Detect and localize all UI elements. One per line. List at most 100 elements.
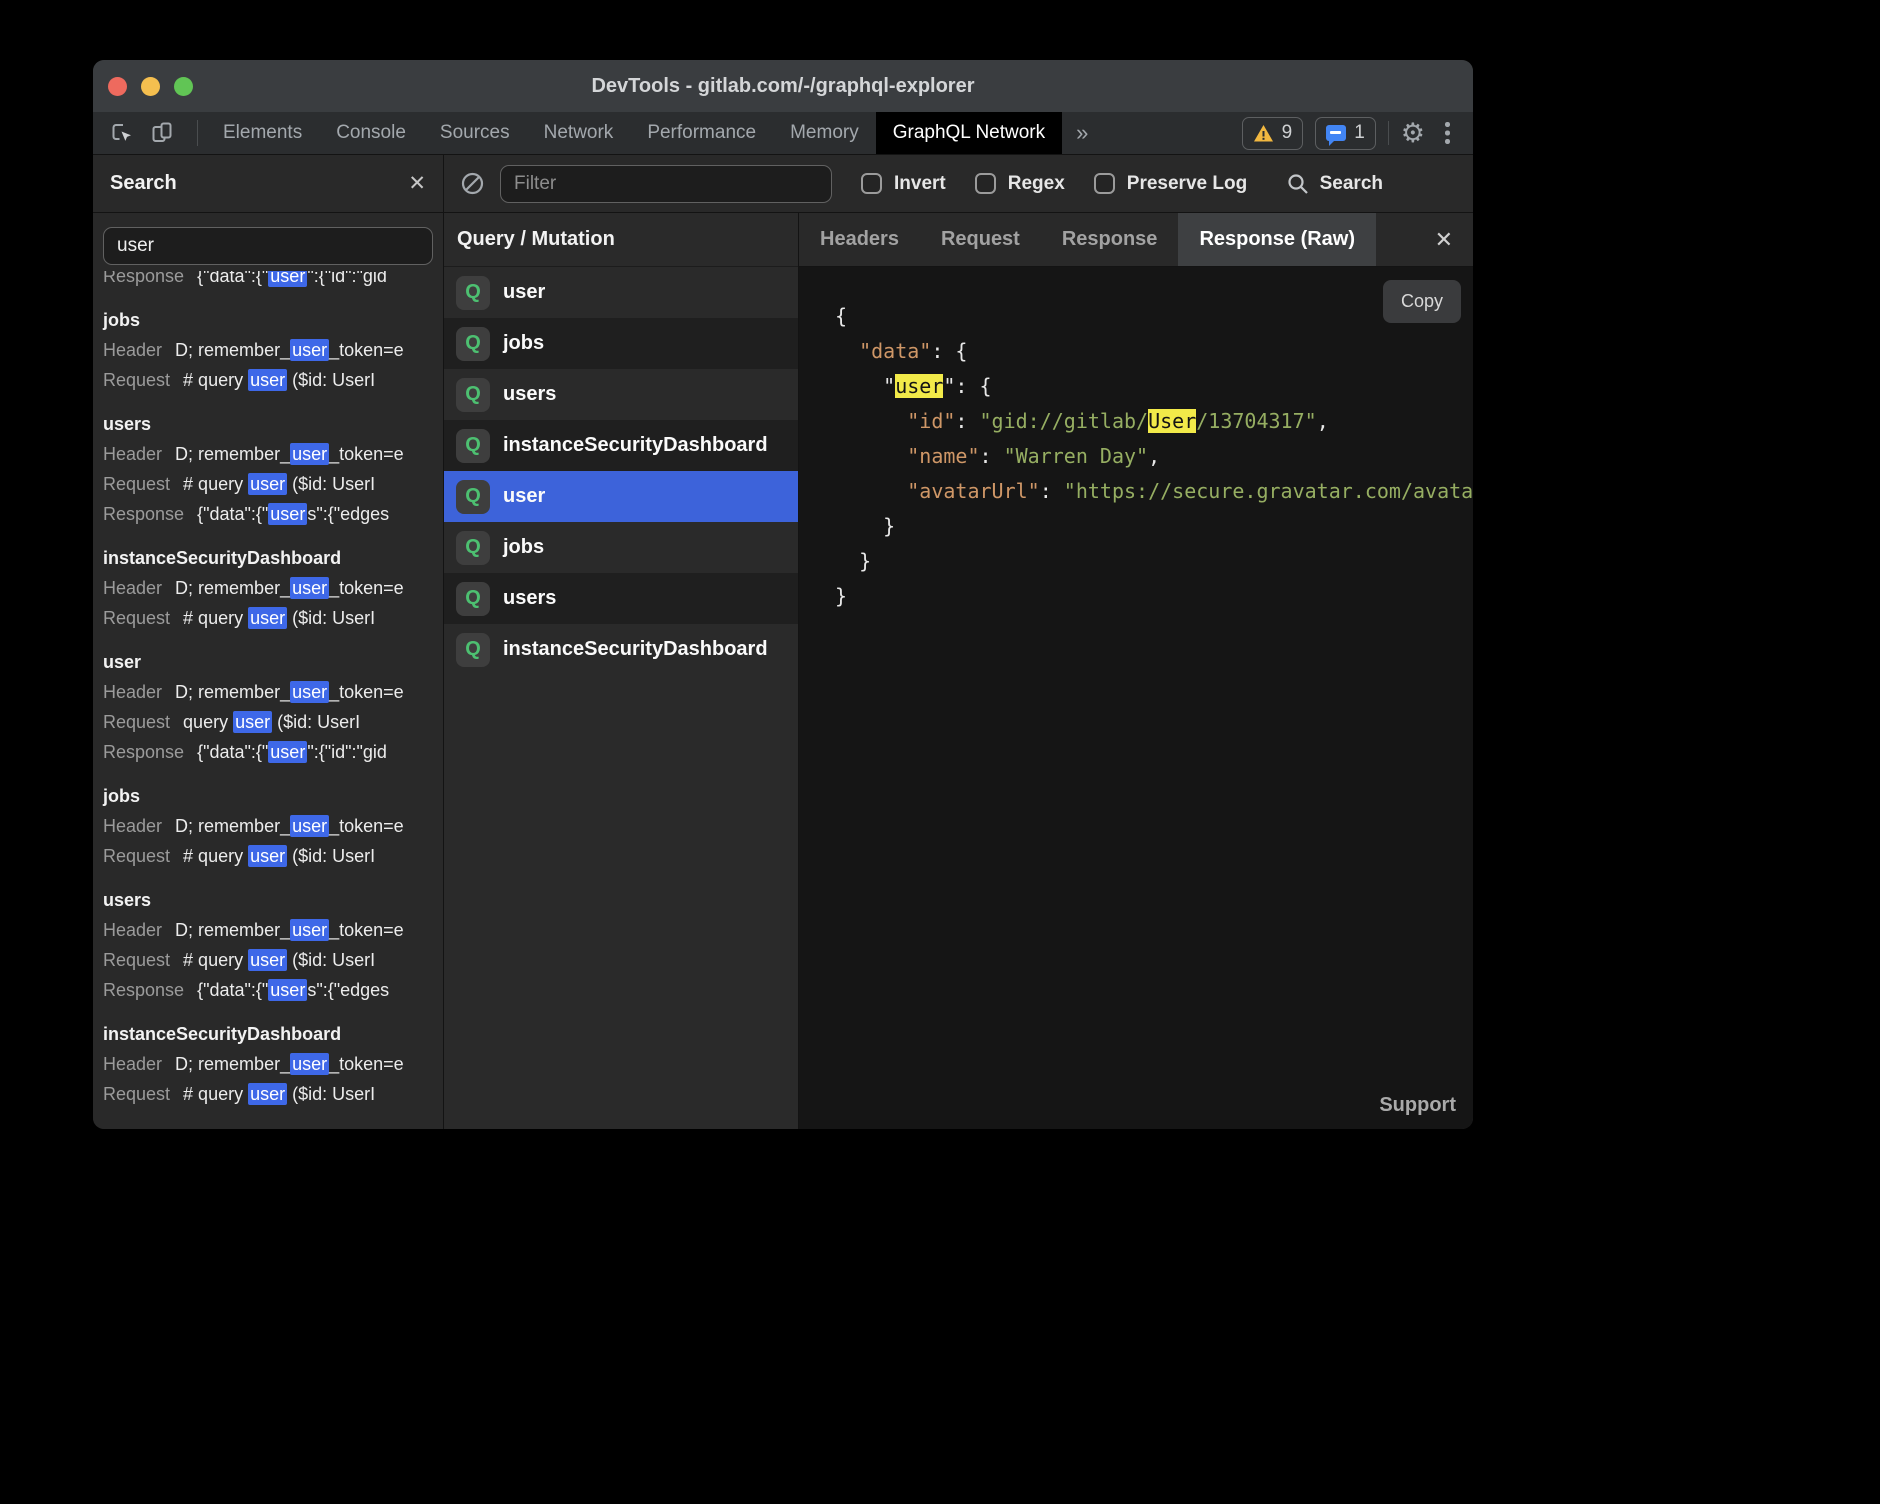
search-result-row[interactable]: Request# query user ($id: UserI (103, 365, 443, 395)
search-match-highlight: user (268, 503, 307, 525)
search-match-highlight: user (290, 919, 329, 941)
search-result-row[interactable]: HeaderD; remember_user_token=e (103, 439, 443, 469)
checkbox-regex[interactable]: Regex (975, 173, 1065, 195)
inspect-element-icon[interactable] (109, 120, 135, 146)
tab-console[interactable]: Console (319, 112, 423, 154)
search-result-row[interactable]: Request# query user ($id: UserI (103, 841, 443, 871)
query-list-item-instancesecuritydashboard[interactable]: QinstanceSecurityDashboard (444, 420, 798, 471)
devtools-content: Search ✕ Response{"data":{"user":{"id":"… (93, 155, 1473, 1129)
search-match-highlight: user (248, 369, 287, 391)
query-list-item-users[interactable]: Qusers (444, 369, 798, 420)
result-text-part: # query (183, 608, 248, 628)
result-text: {"data":{"users":{"edges (197, 979, 389, 1001)
search-result-row[interactable]: Header D; remember_user_token=e (103, 677, 443, 707)
search-result-row[interactable]: Request# query user ($id: UserI (103, 945, 443, 975)
network-search-control[interactable]: Search (1286, 172, 1383, 196)
result-type-label: Header (103, 340, 162, 360)
query-list-item-user[interactable]: Quser (444, 267, 798, 318)
kebab-menu-icon[interactable] (1437, 120, 1457, 146)
result-text-part: D; remember_ (175, 444, 290, 464)
search-result-row[interactable]: Request# query user ($id: UserI (103, 469, 443, 499)
search-group-title[interactable]: users (103, 885, 443, 915)
json-line: "avatarUrl": "https://secure.gravatar.co… (835, 474, 1473, 509)
result-text-part: _token=e (329, 578, 404, 598)
search-group-title[interactable]: user (103, 647, 443, 677)
json-line: "user": { (835, 369, 1473, 404)
device-toolbar-icon[interactable] (149, 120, 175, 146)
settings-gear-icon[interactable]: ⚙ (1401, 120, 1425, 147)
result-text-part: _token=e (329, 682, 404, 702)
search-match-highlight: user (290, 443, 329, 465)
search-match-highlight: user (268, 741, 307, 763)
query-list-item-jobs[interactable]: Qjobs (444, 318, 798, 369)
search-result-row[interactable]: HeaderD; remember_user_token=e (103, 1049, 443, 1079)
search-match-highlight: user (290, 339, 329, 361)
tab-graphql-network[interactable]: GraphQL Network (876, 112, 1062, 154)
result-type-label: Header (103, 578, 162, 598)
result-text-part: {"data":{" (197, 980, 268, 1000)
query-list-item-instancesecuritydashboard[interactable]: QinstanceSecurityDashboard (444, 624, 798, 675)
result-type-label: Response (103, 742, 184, 762)
search-result-row[interactable]: HeaderD; remember_user_token=e (103, 573, 443, 603)
result-type-label: Response (103, 980, 184, 1000)
tab-elements[interactable]: Elements (206, 112, 319, 154)
response-tab-response-raw[interactable]: Response (Raw) (1178, 213, 1376, 266)
json-line: } (835, 579, 1473, 614)
search-result-row[interactable]: Requestquery user ($id: UserI (103, 707, 443, 737)
search-match-highlight: user (248, 845, 287, 867)
search-match-highlight: user (268, 271, 307, 287)
tab-network[interactable]: Network (527, 112, 631, 154)
tab-performance[interactable]: Performance (630, 112, 773, 154)
json-token: } (835, 549, 871, 573)
result-text-part: ":{"id":"gid (307, 742, 387, 762)
search-group-title[interactable]: instanceSecurityDashboard (103, 543, 443, 573)
query-list-item-user[interactable]: Quser (444, 471, 798, 522)
result-type-label: Header (103, 682, 162, 702)
tab-memory[interactable]: Memory (773, 112, 876, 154)
search-group-title[interactable]: jobs (103, 781, 443, 811)
search-result-row[interactable]: HeaderD; remember_user_token=e (103, 915, 443, 945)
result-text-part: # query (183, 370, 248, 390)
support-link[interactable]: Support (1379, 1094, 1456, 1117)
response-tab-response[interactable]: Response (1041, 213, 1179, 266)
result-text: D; remember_user_token=e (175, 919, 404, 941)
more-tabs-chevron-icon[interactable]: » (1062, 112, 1102, 154)
search-result-row[interactable]: Request# query user ($id: UserI (103, 1079, 443, 1109)
result-type-label: Header (103, 1054, 162, 1074)
result-text: D; remember_user_token=e (175, 681, 404, 703)
checkbox-preserve-log[interactable]: Preserve Log (1094, 173, 1247, 195)
json-token (835, 479, 907, 503)
clear-requests-icon[interactable] (459, 170, 486, 197)
response-tab-headers[interactable]: Headers (799, 213, 920, 266)
search-result-row[interactable]: Request# query user ($id: UserI (103, 603, 443, 633)
search-group-title[interactable]: instanceSecurityDashboard (103, 1019, 443, 1049)
search-result-row[interactable]: HeaderD; remember_user_token=e (103, 335, 443, 365)
close-search-icon[interactable]: ✕ (408, 173, 426, 194)
search-result-row[interactable]: Response{"data":{"users":{"edges (103, 499, 443, 529)
search-result-row[interactable]: Response{"data":{"user":{"id":"gid (103, 737, 443, 767)
result-type-label: Response (103, 271, 184, 286)
search-group-title[interactable]: users (103, 409, 443, 439)
result-text: # query user ($id: UserI (183, 369, 375, 391)
search-input[interactable] (103, 227, 433, 265)
response-tab-request[interactable]: Request (920, 213, 1041, 266)
window-title: DevTools - gitlab.com/-/graphql-explorer (93, 75, 1473, 98)
search-result-row[interactable]: Response{"data":{"user":{"id":"gid (103, 271, 443, 291)
warnings-badge[interactable]: 9 (1242, 117, 1304, 150)
result-text-part: D; remember_ (175, 682, 290, 702)
query-list-item-jobs[interactable]: Qjobs (444, 522, 798, 573)
filter-input[interactable] (500, 165, 832, 203)
query-mutation-panel: Query / Mutation QuserQjobsQusersQinstan… (444, 213, 799, 1129)
copy-button[interactable]: Copy (1383, 280, 1461, 323)
search-result-row[interactable]: HeaderD; remember_user_token=e (103, 811, 443, 841)
checkbox-invert[interactable]: Invert (861, 173, 946, 195)
query-type-icon: Q (456, 480, 490, 514)
result-type-label: Request (103, 474, 170, 494)
tab-sources[interactable]: Sources (423, 112, 527, 154)
query-list-item-users[interactable]: Qusers (444, 573, 798, 624)
search-group-title[interactable]: jobs (103, 305, 443, 335)
json-token (835, 444, 907, 468)
issues-badge[interactable]: 1 (1315, 117, 1376, 150)
search-result-row[interactable]: Response {"data":{"users":{"edges (103, 975, 443, 1005)
close-detail-icon[interactable]: ✕ (1435, 229, 1453, 251)
